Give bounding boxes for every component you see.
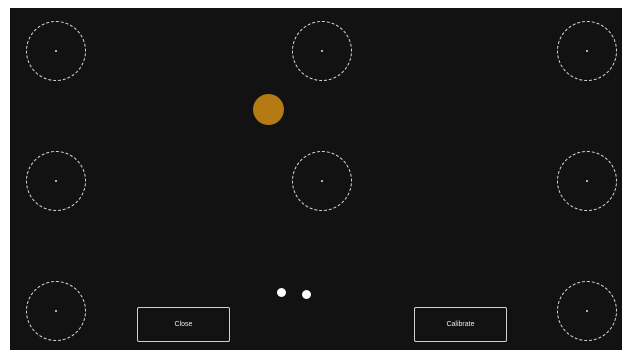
target-center-dot xyxy=(586,180,588,182)
right-eye-icon xyxy=(302,290,311,299)
gaze-marker-icon xyxy=(253,94,284,125)
calibrate-button[interactable]: Calibrate xyxy=(414,307,507,342)
target-center-dot xyxy=(586,50,588,52)
left-eye-icon xyxy=(277,288,286,297)
calibration-target-bottom-right xyxy=(557,281,617,341)
calibration-target-top-left xyxy=(26,21,86,81)
target-center-dot xyxy=(55,310,57,312)
calibration-screen: Close Calibrate xyxy=(10,8,622,350)
calibration-target-center xyxy=(292,151,352,211)
target-center-dot xyxy=(55,180,57,182)
target-center-dot xyxy=(55,50,57,52)
calibration-target-top-right xyxy=(557,21,617,81)
calibration-target-bottom-left xyxy=(26,281,86,341)
target-center-dot xyxy=(321,50,323,52)
target-center-dot xyxy=(321,180,323,182)
target-center-dot xyxy=(586,310,588,312)
calibration-target-top-center xyxy=(292,21,352,81)
calibration-target-middle-right xyxy=(557,151,617,211)
calibration-target-middle-left xyxy=(26,151,86,211)
close-button[interactable]: Close xyxy=(137,307,230,342)
